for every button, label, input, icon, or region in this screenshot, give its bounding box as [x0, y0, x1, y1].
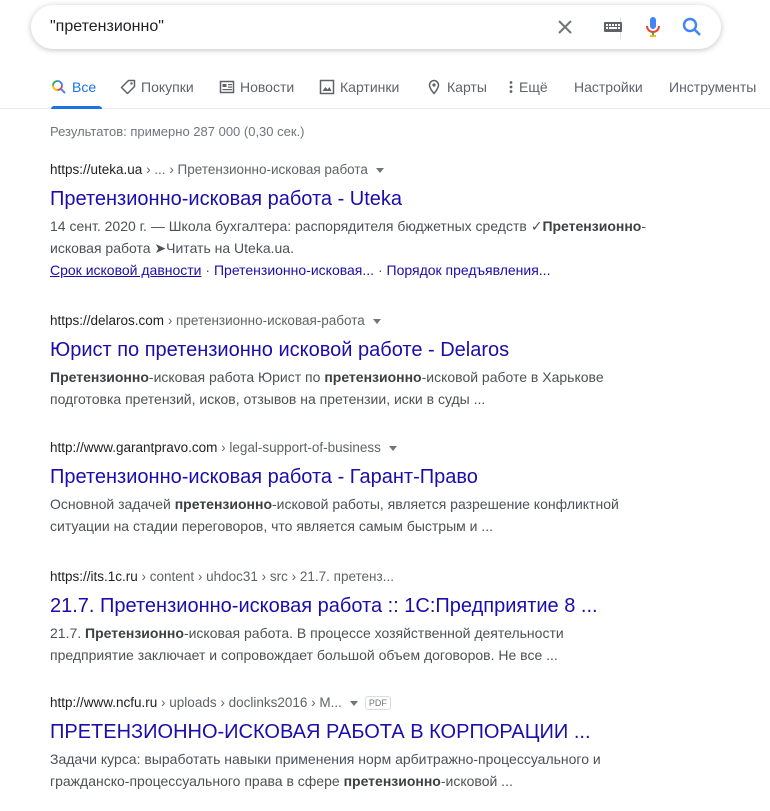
tab-shopping[interactable]: Покупки [120, 72, 194, 108]
tab-images[interactable]: Картинки [319, 72, 399, 108]
search-icon [51, 79, 67, 95]
sitelink[interactable]: Претензионно-исковая... [214, 262, 374, 278]
result-title-link[interactable]: Претензионно-исковая работа - Гарант-Пра… [50, 464, 670, 490]
result-domain: http://www.ncfu.ru [50, 695, 158, 710]
result-title-link[interactable]: ПРЕТЕНЗИОННО-ИСКОВАЯ РАБОТА В КОРПОРАЦИИ… [50, 719, 670, 745]
chevron-down-icon[interactable] [375, 167, 384, 173]
result-domain: http://www.garantpravo.com [50, 440, 218, 455]
clear-icon[interactable] [553, 15, 577, 39]
microphone-icon[interactable] [641, 15, 665, 39]
tag-icon [120, 79, 136, 95]
result-domain: https://its.1c.ru [50, 569, 138, 584]
result-stats: Результатов: примерно 287 000 (0,30 сек.… [50, 124, 305, 139]
result-title-link[interactable]: Претензионно-исковая работа - Uteka [50, 186, 670, 212]
search-result: http://www.garantpravo.com › legal-suppo… [50, 438, 670, 537]
result-path: › content › uhdoc31 › src › 21.7. претен… [137, 569, 394, 584]
result-domain: https://delaros.com [50, 313, 165, 328]
result-path: › претензионно-исковая-работа [164, 313, 365, 328]
map-pin-icon [426, 79, 442, 95]
sitelink[interactable]: Порядок предъявления... [387, 262, 551, 278]
result-path: › uploads › doclinks2016 › M... [157, 695, 342, 710]
tab-label: Инструменты [669, 79, 757, 95]
result-url: https://its.1c.ru › content › uhdoc31 › … [50, 567, 670, 587]
result-snippet: 21.7. Претензионно-исковая работа. В про… [50, 625, 564, 663]
search-icon[interactable] [680, 15, 704, 39]
image-icon [319, 79, 335, 95]
chevron-down-icon[interactable] [349, 700, 358, 706]
tab-label: Новости [240, 79, 295, 95]
sitelink[interactable]: Срок исковой давности [50, 262, 202, 278]
result-url: http://www.ncfu.ru › uploads › doclinks2… [50, 693, 670, 713]
result-path: › legal-support-of-business [217, 440, 381, 455]
chevron-down-icon[interactable] [388, 445, 397, 451]
tab-tools[interactable]: Инструменты [669, 72, 756, 108]
search-box[interactable]: "претензионно" [31, 5, 721, 49]
result-url: https://delaros.com › претензионно-исков… [50, 311, 670, 331]
tab-label: Карты [447, 79, 487, 95]
result-url: http://www.garantpravo.com › legal-suppo… [50, 438, 670, 458]
search-result: https://its.1c.ru › content › uhdoc31 › … [50, 567, 670, 666]
tab-label: Покупки [141, 79, 194, 95]
result-snippet: Основной задачей претензионно-исковой ра… [50, 496, 619, 534]
tab-settings[interactable]: Настройки [574, 72, 643, 108]
result-snippet: 14 сент. 2020 г. — Школа бухгалтера: рас… [50, 218, 647, 256]
tab-more[interactable]: Ещё [506, 72, 548, 108]
tab-maps[interactable]: Карты [426, 72, 487, 108]
search-result: https://delaros.com › претензионно-исков… [50, 311, 670, 410]
search-result: https://uteka.ua › ... › Претензионно-ис… [50, 160, 670, 281]
tab-news[interactable]: Новости [219, 72, 294, 108]
keyboard-icon[interactable] [601, 15, 625, 39]
news-icon [219, 79, 235, 95]
result-title-link[interactable]: 21.7. Претензионно-исковая работа :: 1С:… [50, 593, 670, 619]
pdf-badge: PDF [364, 696, 391, 711]
result-snippet: Задачи курса: выработать навыки применен… [50, 751, 601, 789]
search-result: http://www.ncfu.ru › uploads › doclinks2… [50, 693, 670, 792]
tab-label: Настройки [574, 79, 643, 95]
tab-all[interactable]: Все [51, 72, 103, 109]
more-vert-icon [506, 79, 516, 95]
chevron-down-icon[interactable] [372, 318, 381, 324]
result-sitelinks: Срок исковой давности · Претензионно-иск… [50, 262, 551, 278]
tab-label: Все [72, 79, 97, 95]
search-input[interactable]: "претензионно" [50, 18, 164, 36]
result-path: › ... › Претензионно-исковая работа [142, 162, 368, 177]
tab-label: Ещё [519, 79, 548, 95]
result-url: https://uteka.ua › ... › Претензионно-ис… [50, 160, 670, 180]
result-title-link[interactable]: Юрист по претензионно исковой работе - D… [50, 337, 670, 363]
result-domain: https://uteka.ua [50, 162, 143, 177]
result-snippet: Претензионно-исковая работа Юрист по пре… [50, 369, 604, 407]
tab-label: Картинки [340, 79, 400, 95]
search-tabs: Все Покупки Новости Картинки Карты Ещё Н… [0, 72, 770, 109]
